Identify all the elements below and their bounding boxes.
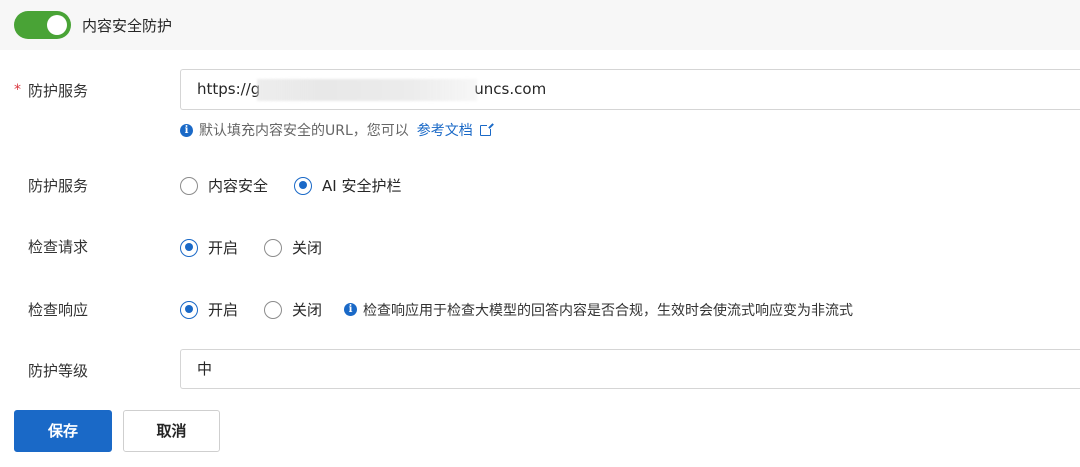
content-protection-toggle[interactable] bbox=[14, 11, 71, 39]
radio-response-on[interactable]: 开启 bbox=[180, 299, 238, 320]
service-url-hint-text: 默认填充内容安全的URL，您可以 bbox=[199, 123, 409, 139]
radio-circle bbox=[264, 300, 283, 319]
radio-label: AI 安全护栏 bbox=[322, 177, 402, 195]
service-url-input[interactable]: https://g uncs.com bbox=[180, 69, 1080, 110]
service-type-radio-group: 内容安全 AI 安全护栏 bbox=[180, 175, 427, 196]
radio-label: 内容安全 bbox=[208, 177, 269, 195]
radio-ai-guardrail[interactable]: AI 安全护栏 bbox=[294, 175, 401, 196]
protection-form: * 防护服务 https://g uncs.com i 默认填充内容安全的URL，… bbox=[0, 50, 1080, 467]
radio-circle-checked bbox=[180, 238, 198, 257]
radio-content-security[interactable]: 内容安全 bbox=[180, 175, 268, 196]
radio-label: 开启 bbox=[208, 239, 239, 257]
save-button[interactable]: 保存 bbox=[14, 410, 112, 452]
docs-link[interactable]: 参考文档 bbox=[417, 120, 473, 140]
protection-level-select[interactable]: 中 bbox=[180, 349, 1080, 389]
radio-circle bbox=[264, 238, 283, 257]
service-type-label: 防护服务 bbox=[28, 177, 89, 195]
protection-level-label: 防护等级 bbox=[28, 362, 89, 380]
check-response-label: 检查响应 bbox=[28, 301, 89, 319]
check-request-radio-group: 开启 关闭 bbox=[180, 237, 348, 258]
protection-header: 内容安全防护 bbox=[0, 0, 1080, 50]
external-link-icon[interactable] bbox=[479, 122, 493, 136]
radio-request-off[interactable]: 关闭 bbox=[264, 237, 322, 258]
service-url-suffix: uncs.com bbox=[474, 80, 547, 98]
check-response-hint: i 检查响应用于检查大模型的回答内容是否合规，生效时会使流式响应变为非流式 bbox=[344, 300, 853, 320]
content-protection-label: 内容安全防护 bbox=[82, 17, 173, 35]
radio-circle-checked bbox=[180, 300, 198, 319]
check-response-radio-group: 开启 关闭 i 检查响应用于检查大模型的回答内容是否合规，生效时会使流式响应变为… bbox=[180, 299, 853, 320]
check-response-hint-text: 检查响应用于检查大模型的回答内容是否合规，生效时会使流式响应变为非流式 bbox=[363, 302, 854, 319]
required-mark: * bbox=[14, 82, 21, 98]
info-icon: i bbox=[180, 123, 193, 137]
radio-response-off[interactable]: 关闭 bbox=[264, 299, 322, 320]
radio-circle bbox=[180, 176, 198, 195]
check-request-label: 检查请求 bbox=[28, 238, 89, 256]
radio-label: 开启 bbox=[208, 301, 239, 319]
toggle-knob bbox=[47, 15, 67, 35]
cancel-button[interactable]: 取消 bbox=[123, 410, 220, 452]
info-icon: i bbox=[344, 303, 358, 316]
service-url-label: 防护服务 bbox=[28, 82, 89, 100]
radio-request-on[interactable]: 开启 bbox=[180, 237, 238, 258]
radio-label: 关闭 bbox=[292, 239, 323, 257]
service-url-prefix: https://g bbox=[197, 80, 261, 98]
redacted-region bbox=[257, 78, 478, 101]
radio-circle-checked bbox=[294, 176, 313, 195]
radio-label: 关闭 bbox=[292, 301, 323, 319]
service-url-hint: i 默认填充内容安全的URL，您可以 参考文档 bbox=[180, 120, 493, 140]
